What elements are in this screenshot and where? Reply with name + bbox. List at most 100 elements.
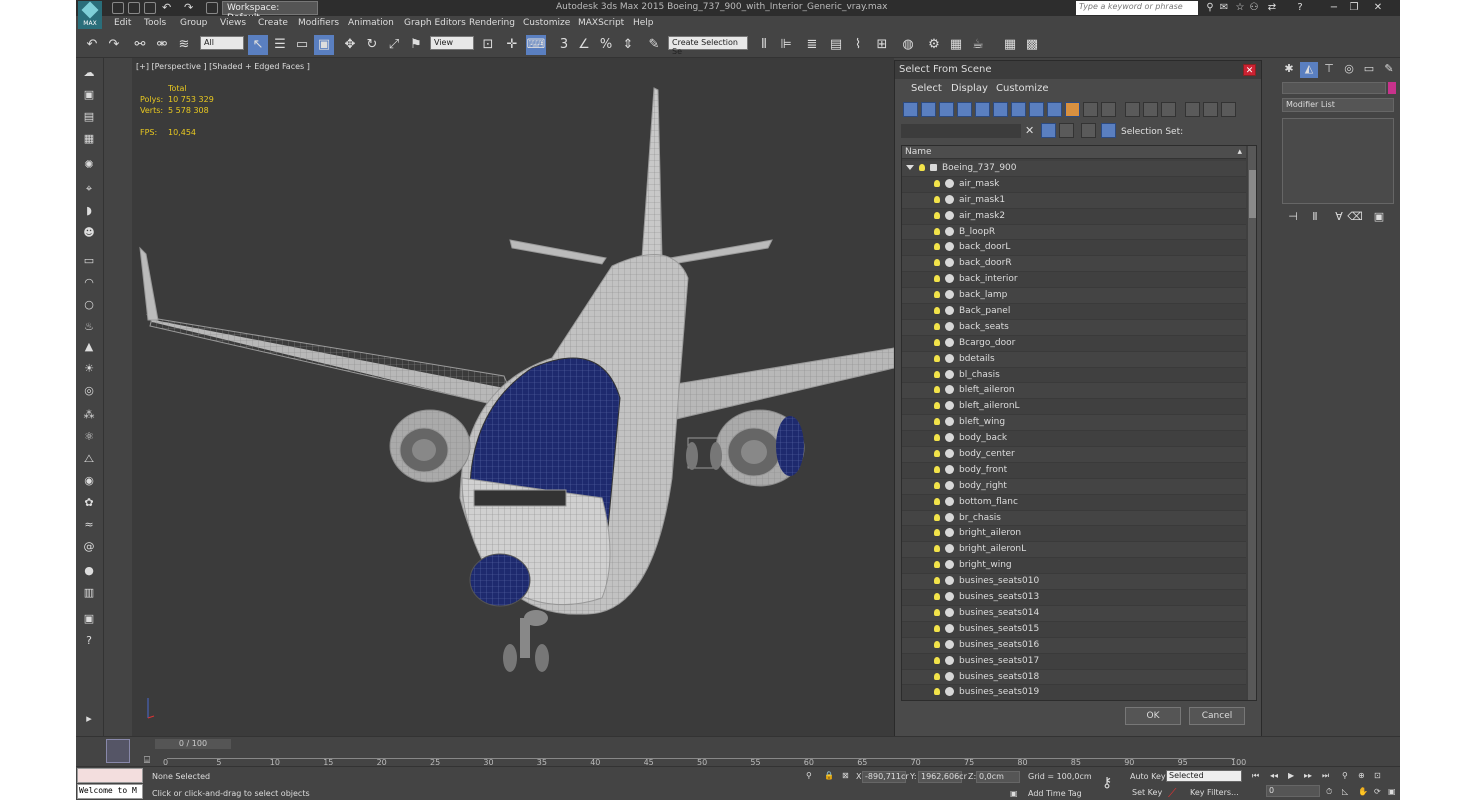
tree-item[interactable]: busines_seats013 [902, 590, 1246, 606]
select-by-name-icon[interactable]: ☰ [270, 35, 290, 55]
light-bulb-icon[interactable] [934, 577, 940, 585]
tree-item[interactable]: bleft_aileron [902, 383, 1246, 400]
tree-item[interactable]: bl_chasis [902, 367, 1246, 384]
angle-snap-icon[interactable]: ∠ [574, 35, 594, 55]
dialog-menu-display[interactable]: Display [951, 83, 988, 94]
go-to-end-icon[interactable]: ⏭ [1322, 771, 1329, 781]
hierarchy-panel-icon[interactable]: ⊤ [1320, 62, 1338, 78]
dialog-menu-customize[interactable]: Customize [996, 83, 1049, 94]
rect-selection-icon[interactable]: ▭ [292, 35, 312, 55]
sun-icon[interactable]: ☀ [80, 362, 98, 378]
tree-item[interactable]: busines_seats017 [902, 653, 1246, 670]
hierarchy-icon[interactable] [1101, 123, 1116, 138]
align-icon[interactable]: ⊫ [776, 35, 796, 55]
maximize-viewport-icon[interactable]: ▣ [1388, 787, 1396, 796]
time-config-icon[interactable]: ⏱ [1326, 787, 1332, 797]
camera-icon[interactable]: ⌖ [80, 182, 98, 198]
display-xrefs-icon[interactable] [1029, 102, 1044, 117]
light-bulb-icon[interactable] [934, 434, 940, 442]
next-frame-icon[interactable]: ▸▸ [1304, 771, 1312, 780]
exchange-icon[interactable]: ⇄ [1266, 2, 1278, 14]
hair-icon[interactable]: ≈ [80, 518, 98, 534]
light-bulb-icon[interactable] [934, 386, 940, 394]
x-coordinate-field[interactable]: -890,711cr [862, 771, 909, 783]
light-bulb-icon[interactable] [934, 354, 940, 362]
move-icon[interactable]: ✥ [340, 35, 360, 55]
tree-item[interactable]: back_interior [902, 272, 1246, 289]
find-filter-input[interactable] [901, 124, 1021, 138]
menu-maxscript[interactable]: MAXScript [578, 18, 624, 28]
redo-icon[interactable]: ↷ [104, 35, 124, 55]
tree-item[interactable]: Back_panel [902, 304, 1246, 320]
keyboard-shortcut-icon[interactable]: ⌨ [526, 35, 546, 55]
window-crossing-icon[interactable]: ▣ [314, 35, 334, 55]
favorites-icon[interactable]: ☆ [1234, 2, 1246, 14]
people-icon[interactable]: ☻ [80, 226, 98, 242]
spinner-snap-icon[interactable]: ⇕ [618, 35, 638, 55]
filter-funnel-icon[interactable] [1041, 123, 1056, 138]
ribbon-icon[interactable]: ▤ [826, 35, 846, 55]
set-key-button[interactable]: Set Key [1132, 788, 1162, 797]
lock-selection-icon[interactable]: 🔒 [824, 771, 834, 780]
menu-modifiers[interactable]: Modifiers [298, 18, 339, 28]
filter-selected-icon[interactable] [1203, 102, 1218, 117]
keyword-search-input[interactable]: Type a keyword or phrase [1076, 1, 1198, 15]
display-invert-icon[interactable] [1161, 102, 1176, 117]
tree-item[interactable]: Bcargo_door [902, 335, 1246, 352]
render-production-icon[interactable]: ☕ [968, 35, 988, 55]
curve-editor-icon[interactable]: ⌇ [848, 35, 868, 55]
perspective-viewport[interactable]: [+] [Perspective ] [Shaded + Edged Faces… [132, 58, 894, 736]
auto-key-button[interactable]: Auto Key [1130, 772, 1166, 781]
tree-item[interactable]: body_center [902, 447, 1246, 463]
light-bulb-icon[interactable] [934, 211, 940, 219]
tree-item[interactable]: air_mask1 [902, 192, 1246, 209]
edit-named-selection-icon[interactable]: ✎ [644, 35, 664, 55]
light-bulb-icon[interactable] [934, 195, 940, 203]
spiral-icon[interactable]: @ [80, 540, 98, 556]
light-bulb-icon[interactable] [934, 259, 940, 267]
light-bulb-icon[interactable] [934, 593, 940, 601]
menu-animation[interactable]: Animation [348, 18, 394, 28]
tree-item[interactable]: B_loopR [902, 224, 1246, 241]
create-tab-icon[interactable]: ☁ [80, 66, 98, 82]
tree-item[interactable]: air_mask2 [902, 208, 1246, 225]
expand-arrow-icon[interactable]: ▸ [80, 712, 98, 728]
plant-icon[interactable]: ✿ [80, 496, 98, 512]
key-filters-button[interactable]: Key Filters... [1190, 788, 1239, 797]
light-bulb-icon[interactable] [934, 497, 940, 505]
cone-icon[interactable]: ▲ [80, 340, 98, 356]
project-folder-icon[interactable] [206, 2, 218, 14]
communication-center-icon[interactable]: ✉ [1218, 2, 1230, 14]
tree-item[interactable]: busines_seats019 [902, 685, 1246, 700]
menu-tools[interactable]: Tools [144, 18, 166, 28]
link-icon[interactable]: ⚯ [130, 35, 150, 55]
save-file-icon[interactable] [144, 2, 156, 14]
filter-icon[interactable] [1185, 102, 1200, 117]
configure-sets-icon[interactable]: ▣ [1370, 210, 1388, 226]
light-bulb-icon[interactable] [934, 688, 940, 696]
tree-root-item[interactable]: Boeing_737_900 [902, 161, 1246, 177]
light-bulb-icon[interactable] [934, 672, 940, 680]
light-bulb-icon[interactable] [934, 275, 940, 283]
tree-scrollbar[interactable] [1248, 146, 1256, 700]
light-bulb-icon[interactable] [934, 322, 940, 330]
select-object-icon[interactable]: ↖ [248, 35, 268, 55]
hemisphere-icon[interactable]: ◠ [80, 276, 98, 292]
ref-coord-dropdown[interactable]: View [430, 36, 474, 50]
rotate-icon[interactable]: ↻ [362, 35, 382, 55]
schematic-view-icon[interactable]: ⊞ [872, 35, 892, 55]
sphere-icon[interactable]: ○ [80, 298, 98, 314]
viewport-label[interactable]: [+] [Perspective ] [Shaded + Edged Faces… [136, 62, 310, 71]
zoom-extents-icon[interactable]: ⊡ [1374, 771, 1381, 780]
menu-edit[interactable]: Edit [114, 18, 131, 28]
light-bulb-icon[interactable] [934, 291, 940, 299]
tree-item[interactable]: busines_seats010 [902, 574, 1246, 591]
fov-icon[interactable]: ◺ [1342, 787, 1348, 796]
light-bulb-icon[interactable] [934, 481, 940, 489]
light-bulb-icon[interactable] [934, 545, 940, 553]
ok-button[interactable]: OK [1125, 707, 1181, 725]
tree-item[interactable]: back_lamp [902, 288, 1246, 305]
hierarchy-tab-icon[interactable]: ▤ [80, 110, 98, 126]
remove-modifier-icon[interactable]: ⌫ [1346, 210, 1364, 226]
utilities-icon[interactable]: ▥ [80, 586, 98, 602]
